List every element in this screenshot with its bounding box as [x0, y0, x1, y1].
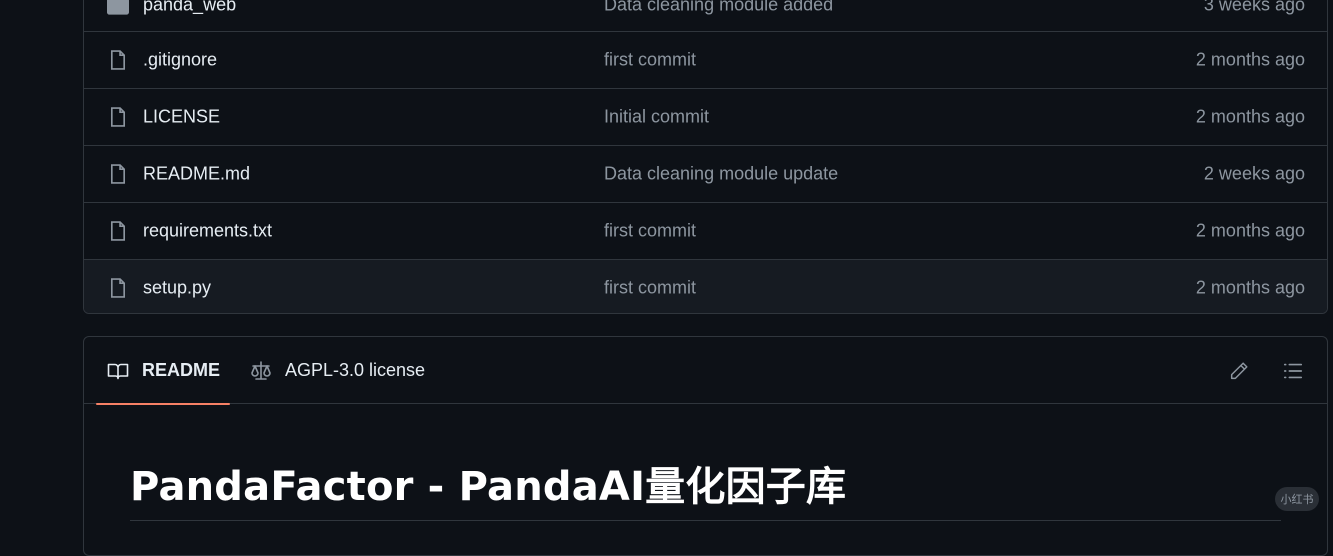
commit-age: 2 months ago [1195, 49, 1305, 70]
file-name[interactable]: requirements.txt [143, 221, 272, 242]
file-name[interactable]: README.md [143, 164, 250, 185]
edit-button[interactable] [1225, 357, 1253, 385]
commit-message[interactable]: first commit [604, 221, 696, 242]
readme-panel: README AGPL-3.0 license PandaFactor - Pa… [83, 336, 1328, 556]
readme-nav: README AGPL-3.0 license [84, 337, 1327, 405]
commit-age: 2 weeks ago [1203, 163, 1305, 184]
file-icon [110, 278, 126, 298]
commit-message[interactable]: first commit [604, 278, 696, 299]
file-icon [110, 164, 126, 184]
file-row-requirements[interactable]: requirements.txt first commit 2 months a… [84, 202, 1327, 259]
readme-title: PandaFactor - PandaAI量化因子库 [130, 454, 1281, 521]
commit-message[interactable]: Initial commit [604, 107, 709, 128]
watermark: 小红书 [1275, 487, 1319, 511]
pencil-icon [1230, 362, 1248, 380]
file-row-readme[interactable]: README.md Data cleaning module update 2 … [84, 145, 1327, 202]
file-row-license[interactable]: LICENSE Initial commit 2 months ago [84, 88, 1327, 145]
file-icon [110, 50, 126, 70]
list-icon [1283, 363, 1303, 379]
file-row-gitignore[interactable]: .gitignore first commit 2 months ago [84, 31, 1327, 88]
commit-age: 3 weeks ago [1203, 0, 1305, 15]
tab-readme[interactable]: README [96, 337, 231, 405]
tab-license-label: AGPL-3.0 license [285, 360, 426, 380]
outline-button[interactable] [1279, 357, 1307, 385]
book-icon [107, 363, 129, 379]
file-name[interactable]: .gitignore [143, 50, 217, 71]
commit-message[interactable]: first commit [604, 50, 696, 71]
file-name[interactable]: LICENSE [143, 107, 220, 128]
file-row-setup[interactable]: setup.py first commit 2 months ago [84, 259, 1327, 313]
commit-age: 2 months ago [1195, 106, 1305, 127]
file-list: panda_web Data cleaning module added 3 w… [83, 0, 1328, 314]
commit-age: 2 months ago [1195, 277, 1305, 298]
readme-content: PandaFactor - PandaAI量化因子库 小红书 [84, 404, 1327, 521]
commit-message[interactable]: Data cleaning module added [604, 0, 833, 16]
scale-icon [251, 360, 271, 380]
file-icon [110, 221, 126, 241]
folder-icon [107, 0, 129, 15]
file-name[interactable]: setup.py [143, 278, 211, 299]
commit-message[interactable]: Data cleaning module update [604, 164, 838, 185]
file-row-panda-web[interactable]: panda_web Data cleaning module added 3 w… [84, 0, 1327, 31]
file-name[interactable]: panda_web [143, 0, 236, 16]
tab-license[interactable]: AGPL-3.0 license [249, 337, 425, 404]
file-icon [110, 107, 126, 127]
commit-age: 2 months ago [1195, 220, 1305, 241]
tab-readme-label: README [142, 360, 221, 380]
